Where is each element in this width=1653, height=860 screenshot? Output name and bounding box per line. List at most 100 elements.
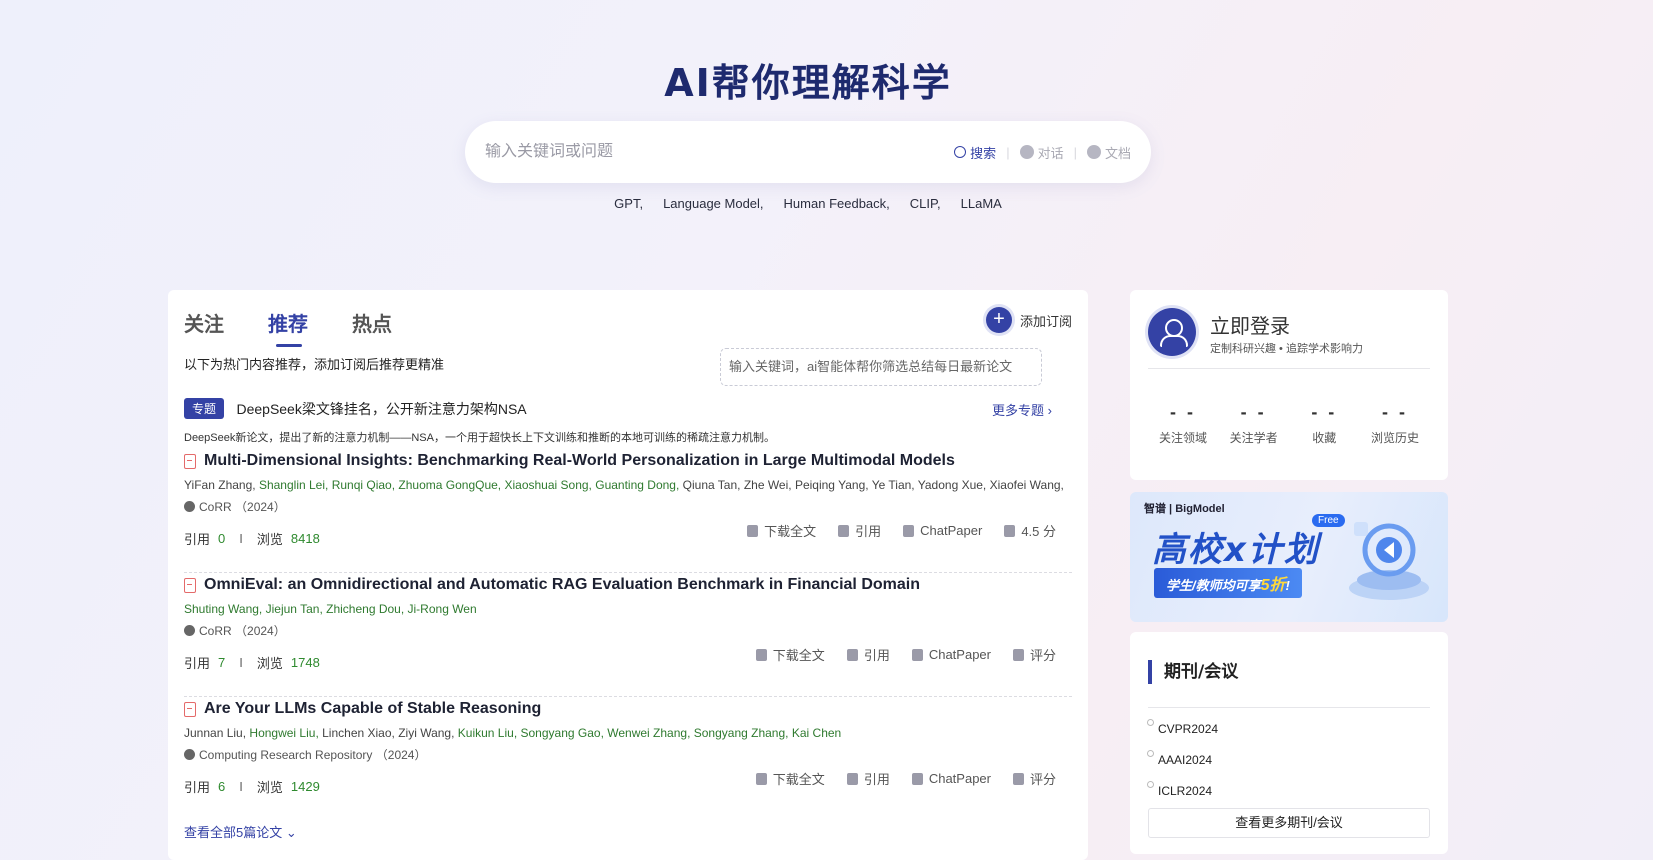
tag-link[interactable]: Human Feedback, [784, 196, 890, 211]
stats-divider: I [239, 531, 243, 547]
rating-button[interactable]: 评分 [1012, 769, 1056, 788]
cite-button[interactable]: 引用 [838, 521, 881, 540]
author-name[interactable]: Wenwei Zhang, [607, 726, 690, 740]
count-favorites[interactable]: - - 收藏 [1289, 402, 1359, 446]
search-bar: 搜索 | 对话 | 文档 [465, 121, 1151, 183]
venue-name[interactable]: CoRR [199, 500, 232, 514]
author-name[interactable]: Kai Chen [792, 726, 841, 740]
chatpaper-button[interactable]: ChatPaper [911, 645, 991, 664]
author-name[interactable]: Songyang Zhang, [694, 726, 789, 740]
search-mode-button[interactable]: 搜索 [954, 143, 996, 162]
chevron-right-icon: › [1047, 403, 1052, 418]
count-fields[interactable]: - - 关注领域 [1148, 402, 1218, 446]
count-scholars[interactable]: - - 关注学者 [1219, 402, 1289, 446]
download-button[interactable]: 下载全文 [747, 521, 816, 540]
journal-item[interactable]: AAAI2024 [1146, 750, 1212, 767]
banner-illustration-icon [1349, 522, 1429, 600]
rating-button[interactable]: 4.5 分 [1004, 521, 1056, 540]
count-value: - - [1381, 402, 1408, 422]
download-button[interactable]: 下载全文 [755, 645, 825, 664]
paper-venue: CoRR （2024） [184, 622, 1072, 639]
view-label: 浏览 [256, 656, 283, 672]
avatar[interactable] [1148, 308, 1196, 356]
more-journals-button[interactable]: 查看更多期刊/会议 [1148, 808, 1430, 838]
author-name[interactable]: Zhicheng Dou, [326, 602, 404, 616]
rating-button[interactable]: 评分 [1012, 645, 1056, 664]
user-counts: - - 关注领域 - - 关注学者 - - 收藏 - - 浏览历史 [1148, 402, 1430, 446]
author-name[interactable]: Qiuna Tan, [683, 478, 741, 492]
author-name[interactable]: Shuting Wang, [184, 602, 262, 616]
cube-icon [1012, 772, 1024, 785]
journal-item[interactable]: CVPR2024 [1146, 719, 1218, 736]
author-name[interactable]: Junnan Liu, [184, 726, 246, 740]
author-name[interactable]: Ziyi Wang, [398, 726, 454, 740]
author-name[interactable]: YiFan Zhang, [184, 478, 256, 492]
promo-banner[interactable]: 智谱 | BigModel 高校x计划 Free 学生/教师均可享5折! [1130, 492, 1448, 622]
cite-button[interactable]: 引用 [846, 769, 890, 788]
tag-link[interactable]: CLIP, [910, 196, 941, 211]
chatpaper-label: ChatPaper [928, 647, 991, 662]
author-name[interactable]: Yadong Xue, [918, 478, 987, 492]
quote-icon [846, 772, 858, 785]
author-name[interactable]: Zhe Wei, [744, 478, 792, 492]
paper-title[interactable]: Are Your LLMs Capable of Stable Reasonin… [204, 700, 541, 717]
paper-title[interactable]: OmniEval: an Omnidirectional and Automat… [204, 576, 920, 593]
document-mode-button[interactable]: 文档 [1086, 143, 1131, 162]
paper-title[interactable]: Multi-Dimensional Insights: Benchmarking… [204, 452, 955, 469]
author-name[interactable]: Zhuoma GongQue, [398, 478, 501, 492]
paper-venue: Computing Research Repository （2024） [184, 746, 1072, 763]
search-input[interactable] [485, 143, 945, 161]
mode-divider: | [1006, 144, 1010, 160]
author-name[interactable]: Jiejun Tan, [266, 602, 323, 616]
author-name[interactable]: Xiaoshuai Song, [504, 478, 591, 492]
author-name[interactable]: Xiaofei Wang, [990, 478, 1064, 492]
tag-link[interactable]: Language Model, [663, 196, 763, 211]
cite-label: 引用 [184, 532, 211, 548]
chatpaper-button[interactable]: ChatPaper [911, 769, 991, 788]
view-count: 1748 [290, 655, 320, 671]
chatpaper-label: ChatPaper [920, 523, 983, 538]
tag-link[interactable]: GPT, [614, 196, 643, 211]
tab-following[interactable]: 关注 [184, 308, 224, 337]
author-name[interactable]: Hongwei Liu, [249, 726, 318, 740]
author-name[interactable]: Kuikun Liu, [458, 726, 517, 740]
chat-mode-button[interactable]: 对话 [1019, 143, 1064, 162]
count-value: - - [1311, 402, 1338, 422]
author-name[interactable]: Ye Tian, [872, 478, 915, 492]
author-name[interactable]: Linchen Xiao, [322, 726, 395, 740]
banner-offer-suffix: ! [1285, 578, 1290, 593]
journals-title: 期刊/会议 [1148, 660, 1238, 684]
author-name[interactable]: Songyang Gao, [521, 726, 604, 740]
topic-title[interactable]: DeepSeek梁文锋挂名，公开新注意力架构NSA [236, 401, 526, 417]
feed-tabs: 关注 推荐 热点 [184, 308, 392, 347]
document-icon [1086, 145, 1101, 159]
banner-offer-text: 学生/教师均可享 [1166, 578, 1261, 593]
chevron-down-icon: ⌄ [285, 825, 297, 840]
more-topics-link[interactable]: 更多专题 › [992, 400, 1052, 419]
author-name[interactable]: Ji-Rong Wen [408, 602, 477, 616]
author-name[interactable]: Peiqing Yang, [795, 478, 869, 492]
page-title: AI帮你理解科学 [664, 61, 952, 105]
mode-divider: | [1073, 144, 1077, 160]
tag-link[interactable]: LLaMA [961, 196, 1002, 211]
cite-button[interactable]: 引用 [846, 645, 890, 664]
journals-divider [1148, 707, 1430, 708]
add-subscription-button[interactable]: + 添加订阅 [985, 307, 1072, 333]
cite-button-label: 引用 [863, 648, 890, 663]
tab-recommended[interactable]: 推荐 [268, 308, 308, 347]
journal-item[interactable]: ICLR2024 [1146, 781, 1212, 798]
globe-icon [184, 625, 195, 637]
author-name[interactable]: Guanting Dong, [595, 478, 679, 492]
download-button[interactable]: 下载全文 [755, 769, 825, 788]
author-name[interactable]: Shanglin Lei, [259, 478, 328, 492]
login-link[interactable]: 立即登录 [1210, 310, 1290, 339]
author-name[interactable]: Runqi Qiao, [332, 478, 395, 492]
venue-name[interactable]: CoRR [199, 624, 232, 638]
paper-divider [184, 696, 1072, 697]
tab-trending[interactable]: 热点 [352, 308, 392, 337]
banner-offer: 学生/教师均可享5折! [1154, 568, 1302, 598]
view-all-papers-link[interactable]: 查看全部5篇论文 ⌄ [184, 822, 297, 841]
count-history[interactable]: - - 浏览历史 [1360, 402, 1430, 446]
chatpaper-button[interactable]: ChatPaper [903, 521, 982, 540]
venue-name[interactable]: Computing Research Repository [199, 748, 372, 762]
